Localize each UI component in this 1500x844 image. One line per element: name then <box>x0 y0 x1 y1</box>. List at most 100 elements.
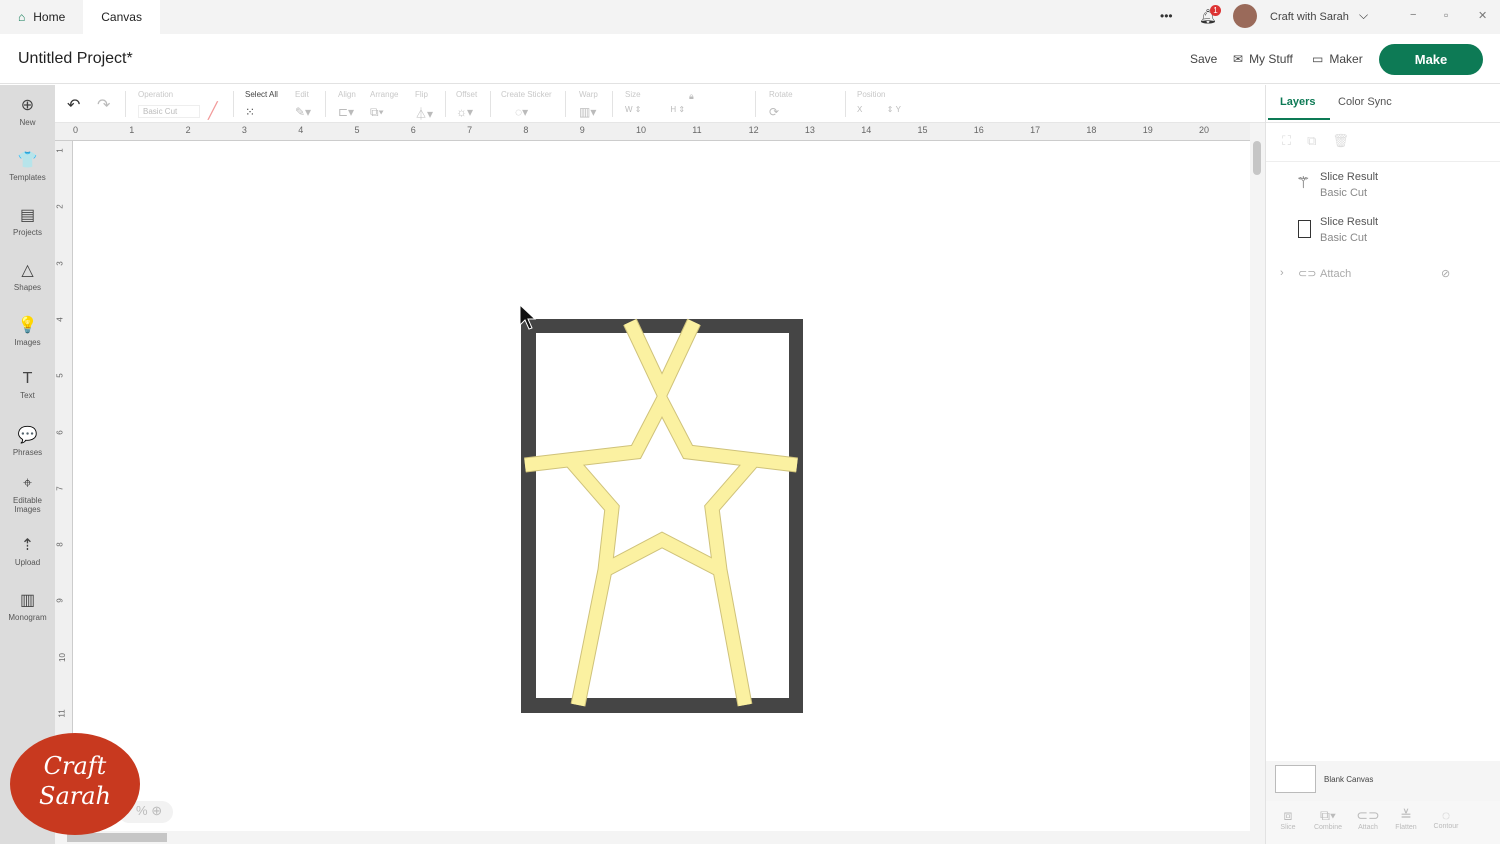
arrange-icon: ⧉▾ <box>370 105 384 119</box>
align-icon: ⊏▾ <box>338 105 355 119</box>
monogram-icon: ▥ <box>19 592 36 609</box>
vertical-scrollbar[interactable] <box>1250 123 1265 831</box>
offset-button[interactable]: Offset ☼▾ <box>456 90 477 119</box>
flip-button[interactable]: Flip ⏃▾ <box>415 90 433 122</box>
design-canvas[interactable]: % ⊕ <box>73 141 1250 831</box>
sidebar-item-new[interactable]: ⊕ New <box>0 95 55 127</box>
chevron-down-icon[interactable]: ⌵ <box>1359 8 1368 23</box>
lock-icon[interactable]: 🔒︎ <box>689 91 694 102</box>
ruler-tick-label: 14 <box>861 125 872 135</box>
sidebar-item-shapes[interactable]: △ Shapes <box>0 260 55 292</box>
save-button[interactable]: Save <box>1190 52 1217 66</box>
canvas-swatch <box>1275 765 1316 793</box>
close-button[interactable]: ✕ <box>1478 9 1487 22</box>
pencil-icon: ✎▾ <box>295 105 312 119</box>
ruler-tick-label: 1 <box>129 125 135 135</box>
tab-color-sync[interactable]: Color Sync <box>1338 96 1392 108</box>
size-fields[interactable]: Size W ⇕ H ⇕ <box>625 90 685 114</box>
ruler-tick-label: 4 <box>298 125 304 135</box>
hidden-eye-icon[interactable]: ⊘ <box>1441 267 1450 280</box>
ruler-tick-label: 6 <box>410 125 416 135</box>
upload-icon: ⇡ <box>20 537 35 554</box>
create-sticker-button[interactable]: Create Sticker ◌▾ <box>501 90 552 119</box>
canvas-layer[interactable]: Blank Canvas <box>1266 761 1500 801</box>
pen-color-icon[interactable]: ╱ <box>208 101 218 121</box>
ruler-tick-label: 5 <box>55 373 65 378</box>
sidebar-item-projects[interactable]: ▤ Projects <box>0 205 55 237</box>
combine-button[interactable]: ⧉▾ Combine <box>1310 807 1346 831</box>
images-icon: 💡 <box>17 317 38 334</box>
ruler-tick-label: 10 <box>57 652 67 662</box>
ruler-tick-label: 15 <box>917 125 928 135</box>
offset-icon: ☼▾ <box>456 105 474 119</box>
tab-canvas[interactable]: Canvas <box>83 0 160 34</box>
sidebar-item-text[interactable]: T Text <box>0 370 55 400</box>
layer-actions[interactable]: ⛶⧉🗑︎ <box>1282 133 1365 149</box>
avatar[interactable] <box>1233 4 1257 28</box>
undo-button[interactable]: ↶ <box>67 95 80 115</box>
ruler-tick-label: 20 <box>1199 125 1210 135</box>
sidebar-item-templates[interactable]: 👕 Templates <box>0 150 55 182</box>
contour-button[interactable]: ◌ Contour <box>1428 807 1464 830</box>
sidebar-item-upload[interactable]: ⇡ Upload <box>0 535 55 567</box>
machine-icon: ▭ <box>1312 52 1324 66</box>
edit-button[interactable]: Edit ✎▾ <box>295 90 311 119</box>
align-button[interactable]: Align ⊏▾ <box>338 90 356 119</box>
zoom-in-icon[interactable]: ⊕ <box>151 803 162 818</box>
warp-button[interactable]: Warp ▥▾ <box>579 90 598 119</box>
attach-group[interactable]: › ⊂⊃ Attach ⊘ <box>1266 267 1486 287</box>
ruler-tick-label: 10 <box>636 125 647 135</box>
maker-button[interactable]: ▭ Maker <box>1312 52 1363 66</box>
horizontal-scrollbar[interactable] <box>55 831 1265 844</box>
ruler-tick-label: 18 <box>1086 125 1097 135</box>
arrange-button[interactable]: Arrange ⧉▾ <box>370 90 398 120</box>
operation-select[interactable]: Operation Basic Cut <box>138 90 200 118</box>
select-all-icon: ⁙ <box>245 105 256 119</box>
ruler-tick-label: 8 <box>523 125 529 135</box>
make-button[interactable]: Make <box>1379 44 1483 75</box>
ruler-tick-label: 11 <box>57 709 67 718</box>
ruler-tick-label: 7 <box>55 486 65 491</box>
restore-button[interactable]: ▫ <box>1444 8 1448 22</box>
sidebar-item-monogram[interactable]: ▥ Monogram <box>0 590 55 622</box>
attach-button[interactable]: ⊂⊃ Attach <box>1350 807 1386 831</box>
title-bar: ⌂ Home Canvas ••• 🔔︎ 1 Craft with Sarah ⌵… <box>0 0 1500 34</box>
select-all-button[interactable]: Select All ⁙ <box>245 90 278 119</box>
editable-images-icon: ⌖ <box>22 475 32 492</box>
user-menu[interactable]: Craft with Sarah <box>1270 11 1349 23</box>
envelope-icon: ✉ <box>1233 52 1244 66</box>
sidebar-item-editable-images[interactable]: ⌖ Editable Images <box>0 475 55 514</box>
layer-item[interactable]: Slice Result Basic Cut <box>1266 214 1486 254</box>
ruler-tick-label: 2 <box>55 204 65 210</box>
sidebar-item-images[interactable]: 💡 Images <box>0 315 55 347</box>
project-title[interactable]: Untitled Project* <box>18 50 133 68</box>
slice-button[interactable]: ⧈ Slice <box>1270 807 1306 831</box>
layer-item[interactable]: ⚚ Slice Result Basic Cut <box>1266 169 1486 209</box>
minimize-button[interactable]: − <box>1410 9 1416 21</box>
shapes-icon: △ <box>21 262 34 279</box>
star-figure-icon: ⚚ <box>1296 175 1311 192</box>
sticker-icon: ◌▾ <box>515 105 529 119</box>
redo-button[interactable]: ↷ <box>97 95 110 115</box>
ruler-tick-label: 6 <box>55 429 65 435</box>
more-menu-button[interactable]: ••• <box>1160 9 1173 23</box>
ruler-tick-label: 11 <box>692 125 702 135</box>
tab-layers[interactable]: Layers <box>1280 96 1315 108</box>
ruler-tick-label: 19 <box>1142 125 1153 135</box>
my-stuff-button[interactable]: ✉ My Stuff <box>1233 52 1293 66</box>
ruler-tick-label: 17 <box>1030 125 1041 135</box>
rotate-field[interactable]: Rotate ⟳ <box>769 90 793 119</box>
warp-icon: ▥▾ <box>579 105 597 119</box>
project-design[interactable] <box>73 141 1250 831</box>
phrases-icon: 💬 <box>17 427 38 444</box>
ruler-tick-label: 7 <box>467 125 473 135</box>
flatten-button[interactable]: ≚ Flatten <box>1388 807 1424 831</box>
tab-home[interactable]: ⌂ Home <box>0 0 83 34</box>
sidebar-item-phrases[interactable]: 💬 Phrases <box>0 425 55 457</box>
chevron-right-icon: › <box>1280 267 1284 279</box>
ruler-tick-label: 8 <box>55 542 65 547</box>
home-icon: ⌂ <box>18 10 26 24</box>
rectangle-icon <box>1298 220 1311 238</box>
rotate-icon: ⟳ <box>769 105 780 119</box>
position-fields[interactable]: Position X ⇕ Y <box>857 90 901 114</box>
